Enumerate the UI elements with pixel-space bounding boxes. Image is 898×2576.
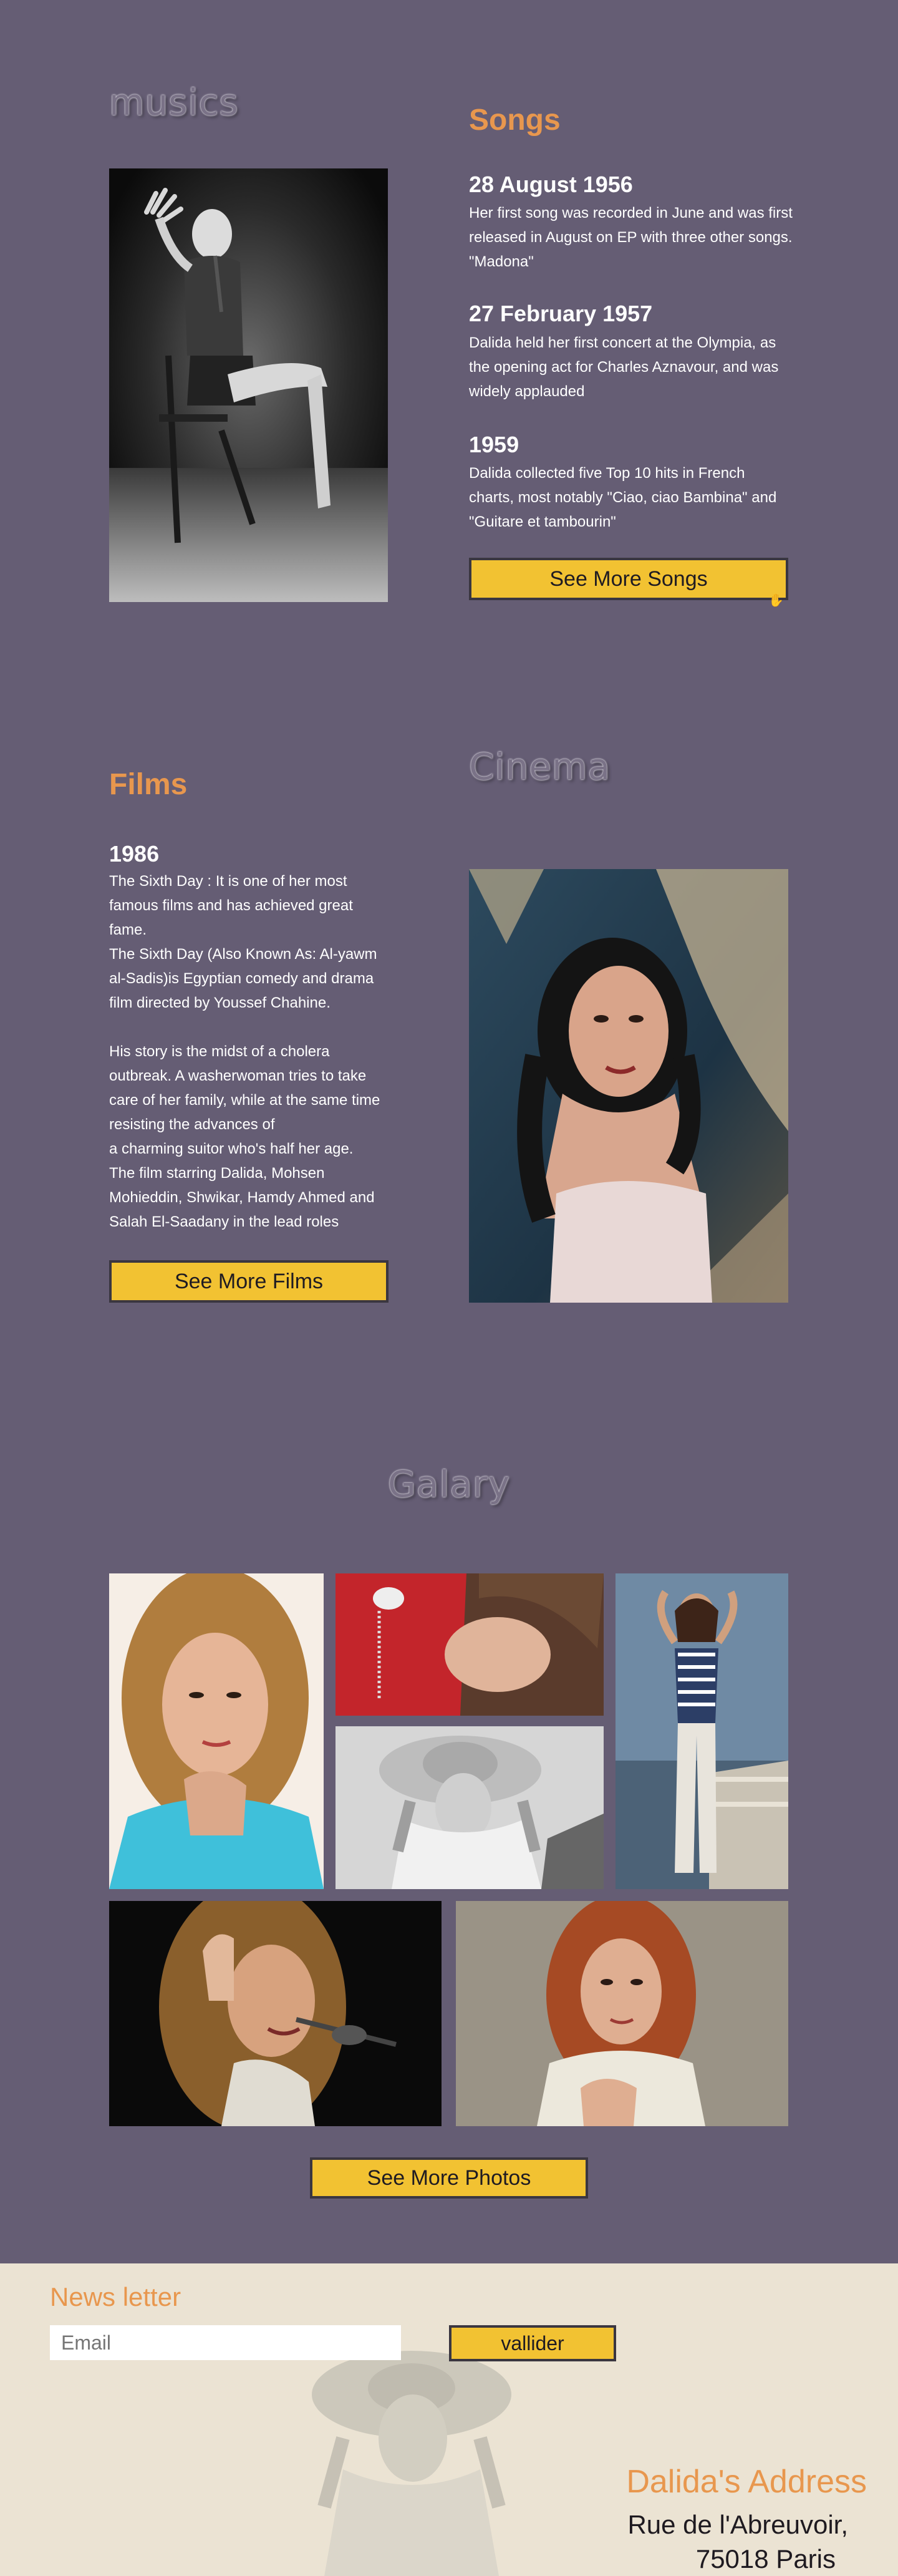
singer-on-stage-photo	[109, 168, 388, 602]
film-paragraph-4: a charming suitor who's half her age.	[109, 1140, 354, 1157]
cursor-icon: ✋	[768, 594, 784, 608]
song-text-2: Dalida held her first concert at the Oly…	[469, 334, 779, 400]
footer: News letter vallider Dalida's Address Ru…	[0, 2263, 898, 2576]
film-paragraph-2: The Sixth Day (Also Known As: Al-yawm al…	[109, 946, 377, 1011]
song-date-1: 28 August 1956	[469, 172, 633, 197]
musics-heading: musics	[109, 81, 239, 124]
film-paragraph-5: The film starring Dalida, Mohsen Mohiedd…	[109, 1165, 375, 1230]
footer-faded-photo	[249, 2345, 561, 2576]
gallery-photo-sun-hat[interactable]	[336, 1726, 604, 1889]
film-paragraph-3: His story is the midst of a cholera outb…	[109, 1043, 380, 1133]
gallery-heading: Galary	[387, 1463, 511, 1505]
see-more-songs-button[interactable]: See More Songs	[469, 558, 788, 600]
validate-button[interactable]: vallider	[449, 2325, 616, 2361]
gallery-photo-turquoise[interactable]	[109, 1573, 324, 1889]
newsletter-title: News letter	[50, 2282, 181, 2311]
films-heading: Films	[109, 768, 188, 801]
see-more-films-button[interactable]: See More Films	[109, 1260, 389, 1303]
songs-heading: Songs	[469, 104, 561, 137]
song-date-2: 27 February 1957	[469, 301, 653, 326]
gallery-photo-red-hair[interactable]	[456, 1901, 788, 2126]
cinema-heading: Cinema	[469, 746, 611, 788]
address-line-1: Rue de l'Abreuvoir,	[627, 2510, 848, 2539]
cinema-portrait-photo	[469, 869, 788, 1303]
address-title: Dalida's Address	[626, 2464, 867, 2500]
gallery-photo-red-sweater[interactable]	[336, 1573, 604, 1716]
gallery-photo-microphone[interactable]	[109, 1901, 442, 2126]
gallery-photo-striped-top[interactable]	[616, 1573, 788, 1889]
email-input[interactable]	[50, 2325, 401, 2360]
address-line-2: 75018 Paris	[695, 2544, 836, 2574]
song-date-3: 1959	[469, 432, 519, 457]
film-paragraph-1: The Sixth Day : It is one of her most fa…	[109, 873, 353, 938]
see-more-photos-button[interactable]: See More Photos	[310, 2157, 588, 2199]
song-text-1: Her first song was recorded in June and …	[469, 205, 793, 270]
film-year: 1986	[109, 841, 160, 867]
song-text-3: Dalida collected five Top 10 hits in Fre…	[469, 465, 777, 530]
